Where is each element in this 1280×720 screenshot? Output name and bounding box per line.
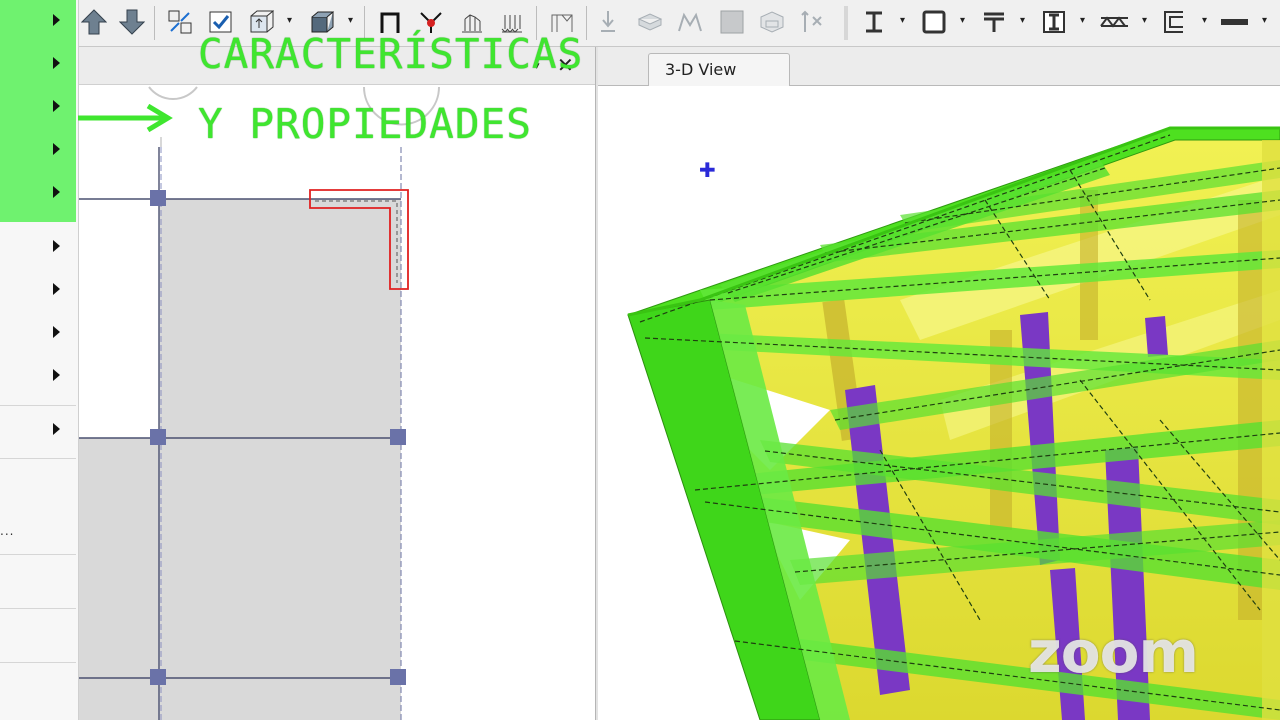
point-load-icon <box>594 7 622 37</box>
section-box-icon[interactable] <box>920 7 948 37</box>
sidebar-item-10[interactable] <box>0 411 76 451</box>
zoom-watermark: zoom <box>1028 618 1199 686</box>
hinge-icon <box>676 7 704 37</box>
sidebar-more[interactable]: ... <box>0 524 14 538</box>
expand-arrow-icon[interactable] <box>53 14 60 26</box>
expand-arrow-icon[interactable] <box>53 283 60 295</box>
move-down-icon[interactable] <box>118 7 146 37</box>
wall-opening-icon <box>758 7 786 37</box>
slab-icon <box>636 7 664 37</box>
section-c-icon[interactable] <box>1160 7 1188 37</box>
view-tabstrip: 3-D View <box>598 47 1280 86</box>
crosshair-cursor-icon: ✚ <box>699 158 716 182</box>
expand-arrow-icon[interactable] <box>53 326 60 338</box>
sidebar-item-5[interactable] <box>0 174 76 214</box>
sidebar-item-7[interactable] <box>0 271 76 311</box>
tab-3d-view[interactable]: 3-D View <box>648 53 790 86</box>
section-t-icon[interactable] <box>980 7 1008 37</box>
assign-icon <box>798 7 826 37</box>
expand-arrow-icon[interactable] <box>53 186 60 198</box>
sidebar-item-9[interactable] <box>0 357 76 397</box>
expand-arrow-icon[interactable] <box>53 143 60 155</box>
sidebar-item-2[interactable] <box>0 45 76 85</box>
area-icon <box>718 7 746 37</box>
sidebar-item-1[interactable] <box>0 2 76 42</box>
expand-arrow-icon[interactable] <box>53 369 60 381</box>
toolbar: ▾ ▾ ▾ ▾ ▾ ▾ ▾ ▾ ▾ <box>0 0 1280 47</box>
truss-icon[interactable] <box>1100 7 1128 37</box>
sidebar-item-3[interactable] <box>0 88 76 128</box>
sidebar-item-4[interactable] <box>0 131 76 171</box>
select-icon[interactable] <box>166 7 194 37</box>
expand-arrow-icon[interactable] <box>53 423 60 435</box>
expand-arrow-icon[interactable] <box>53 240 60 252</box>
move-up-icon[interactable] <box>80 7 108 37</box>
overlay-caption-line1: CARACTERÍSTICAS <box>198 30 584 78</box>
section-plate-icon[interactable] <box>1220 7 1248 37</box>
green-arrow-icon <box>78 104 173 133</box>
sidebar: ... <box>0 0 79 720</box>
section-i2-icon[interactable] <box>1040 7 1068 37</box>
expand-arrow-icon[interactable] <box>53 57 60 69</box>
overlay-caption-line2: Y PROPIEDADES <box>198 100 532 148</box>
section-i-icon[interactable] <box>860 7 888 37</box>
sidebar-item-6[interactable] <box>0 228 76 268</box>
expand-arrow-icon[interactable] <box>53 100 60 112</box>
sidebar-item-8[interactable] <box>0 314 76 354</box>
